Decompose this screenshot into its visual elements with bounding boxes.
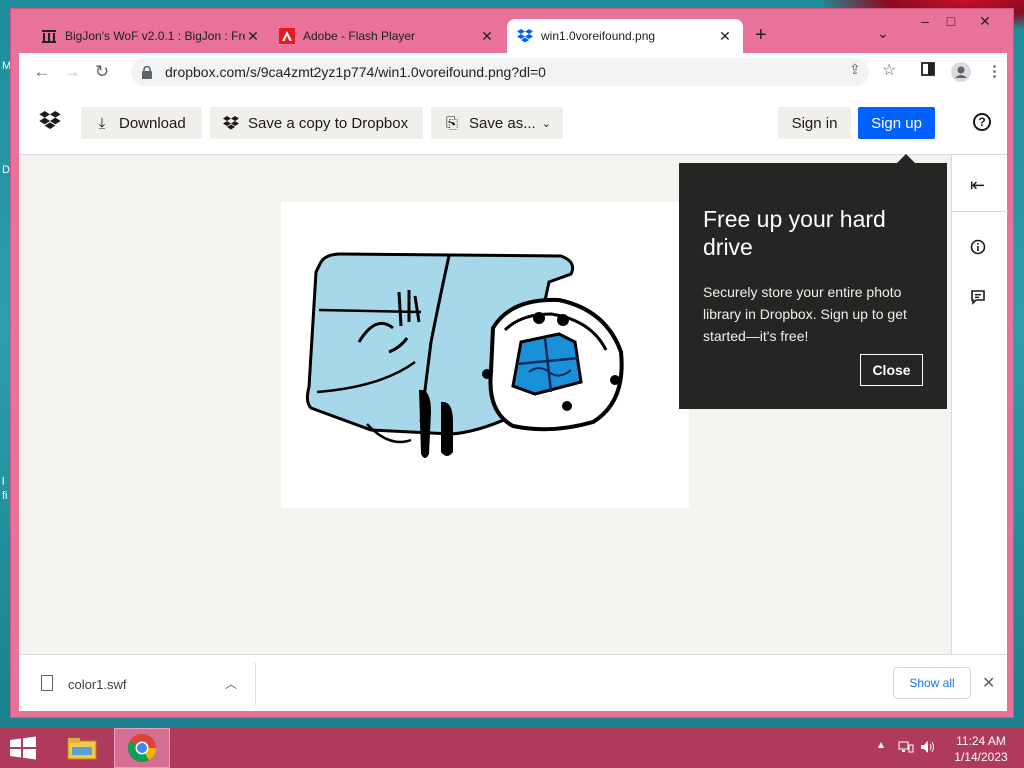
side-rail: ⇤ [951, 155, 1008, 654]
reload-icon[interactable]: ↻ [87, 62, 117, 82]
tab-bigjon[interactable]: BigJon's WoF v2.0.1 : BigJon : Fre ✕ [31, 19, 271, 53]
sign-up-button[interactable]: Sign up [858, 107, 935, 139]
save-copy-button[interactable]: Save a copy to Dropbox [210, 107, 423, 139]
bookmark-star-icon[interactable]: ☆ [882, 60, 896, 80]
save-as-label: Save as... [469, 114, 536, 132]
dropbox-icon [223, 115, 239, 129]
dropbox-logo-icon[interactable] [39, 111, 61, 131]
show-hidden-icons-icon[interactable]: ▲ [876, 740, 886, 751]
save-copy-label: Save a copy to Dropbox [248, 114, 409, 132]
browser-toolbar: ← → ↻ dropbox.com/s/9ca4zmt2yz1p774/win1… [19, 53, 1007, 91]
taskbar: ▲ 11:24 AM 1/14/2023 [0, 728, 1024, 768]
save-as-dropdown[interactable]: ⎘ Save as... ⌄ [431, 107, 563, 139]
share-icon[interactable]: ⇪ [849, 61, 861, 78]
lock-icon [141, 65, 155, 79]
address-bar[interactable]: dropbox.com/s/9ca4zmt2yz1p774/win1.0vore… [131, 58, 869, 86]
close-tab-icon[interactable]: ✕ [245, 28, 261, 44]
show-all-button[interactable]: Show all [893, 667, 971, 699]
close-window-button[interactable]: ✕ [969, 13, 1001, 30]
adobe-icon [279, 28, 295, 44]
collapse-panel-icon[interactable]: ⇤ [970, 175, 985, 196]
dropbox-header: ⤓ Download Save a copy to Dropbox ⎘ Save… [19, 91, 1007, 155]
dropbox-page: ⤓ Download Save a copy to Dropbox ⎘ Save… [19, 91, 1008, 654]
preview-image[interactable] [281, 202, 689, 508]
download-label: Download [119, 114, 186, 132]
browser-window: BigJon's WoF v2.0.1 : BigJon : Fre ✕ Ado… [10, 8, 1014, 718]
desktop-icon-label: fi [2, 490, 8, 502]
back-icon[interactable]: ← [27, 62, 57, 82]
tab-adobe[interactable]: Adobe - Flash Player ✕ [269, 19, 505, 53]
url-text: dropbox.com/s/9ca4zmt2yz1p774/win1.0vore… [165, 64, 546, 80]
tab-title: Adobe - Flash Player [303, 29, 416, 43]
network-icon[interactable] [898, 740, 914, 757]
save-as-icon: ⎘ [445, 114, 458, 132]
close-shelf-icon[interactable]: ✕ [982, 673, 995, 693]
tab-strip: BigJon's WoF v2.0.1 : BigJon : Fre ✕ Ado… [11, 9, 1013, 53]
clock-date: 1/14/2023 [954, 750, 1008, 764]
chevron-up-icon[interactable]: ︿ [225, 675, 237, 692]
help-icon[interactable]: ? [973, 113, 991, 131]
comment-icon[interactable] [970, 289, 986, 310]
download-button[interactable]: ⤓ Download [81, 107, 202, 139]
drawing-image [305, 252, 624, 458]
forward-icon[interactable]: → [57, 62, 87, 82]
clock-time: 11:24 AM [956, 734, 1006, 748]
system-clock[interactable]: 11:24 AM 1/14/2023 [946, 733, 1016, 765]
archive-icon [42, 30, 56, 43]
windows-start-icon[interactable] [8, 736, 38, 760]
signup-popover: Free up your hard drive Securely store y… [679, 163, 947, 409]
shelf-divider [255, 663, 256, 705]
file-explorer-icon[interactable] [54, 728, 110, 768]
chevron-down-icon: ⌄ [541, 117, 551, 130]
popover-title: Free up your hard drive [703, 206, 886, 260]
chrome-taskbar-icon[interactable] [114, 728, 170, 768]
new-tab-button[interactable]: + [755, 25, 767, 45]
close-tab-icon[interactable]: ✕ [479, 28, 495, 44]
popover-body: Securely store your entire photo library… [703, 284, 907, 344]
menu-kebab-icon[interactable]: ⋮ [987, 62, 1002, 80]
desktop-icon-label: D [2, 164, 10, 176]
download-shelf: color1.swf ︿ Show all ✕ [19, 654, 1007, 711]
download-item-name[interactable]: color1.swf [68, 677, 127, 692]
download-icon: ⤓ [98, 114, 106, 132]
desktop-icon-label: l [2, 476, 5, 488]
volume-icon[interactable] [920, 740, 936, 757]
maximize-button[interactable]: □ [935, 13, 967, 29]
tab-title: win1.0voreifound.png [541, 29, 656, 43]
file-icon [41, 675, 53, 691]
dropbox-icon [517, 29, 533, 43]
sign-in-button[interactable]: Sign in [778, 107, 851, 139]
rail-divider [952, 211, 1008, 212]
side-panel-icon[interactable] [921, 62, 935, 80]
popover-close-button[interactable]: Close [860, 354, 923, 386]
tab-search-button[interactable]: ⌄ [877, 25, 889, 42]
tab-title: BigJon's WoF v2.0.1 : BigJon : Fre [65, 29, 245, 43]
close-tab-icon[interactable]: ✕ [717, 28, 733, 44]
tab-win1-image[interactable]: win1.0voreifound.png ✕ [507, 19, 743, 53]
profile-avatar-icon[interactable] [951, 62, 971, 82]
info-icon[interactable] [970, 239, 986, 260]
